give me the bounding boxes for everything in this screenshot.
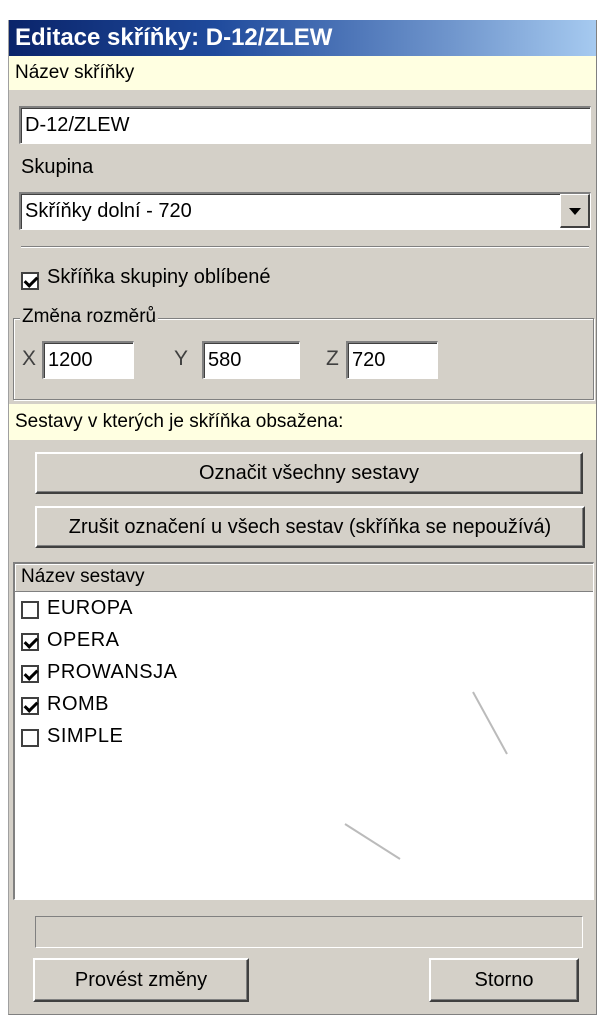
cancel-button[interactable]: Storno <box>429 958 579 1002</box>
background-decoration <box>344 691 508 860</box>
favorite-checkbox-label[interactable]: Skříňka skupiny oblíbené <box>47 266 270 289</box>
mark-all-sets-button[interactable]: Označit všechny sestavy <box>35 452 583 494</box>
group-label: Skupina <box>21 156 94 178</box>
separator <box>21 246 589 248</box>
chevron-down-icon[interactable] <box>560 194 590 228</box>
group-selected-value: Skříňky dolní - 720 <box>25 200 192 222</box>
edit-cabinet-panel: Editace skříňky: D-12/ZLEW Název skříňky… <box>8 20 597 1015</box>
sets-list[interactable]: Název sestavy EUROPA OPERA PROWANSJA ROM… <box>13 562 594 900</box>
y-dimension-input[interactable]: 580 <box>202 341 300 379</box>
group-select[interactable]: Skříňky dolní - 720 <box>19 192 591 230</box>
x-label: X <box>22 347 37 370</box>
cabinet-name-input[interactable]: D-12/ZLEW <box>19 106 591 144</box>
favorite-checkbox[interactable] <box>21 272 39 290</box>
unmark-all-sets-button[interactable]: Zrušit označení u všech sestav (skříňka … <box>35 506 585 548</box>
panel-title: Editace skříňky: D-12/ZLEW <box>9 20 596 56</box>
y-label: Y <box>174 347 189 370</box>
x-dimension-input[interactable]: 1200 <box>42 341 134 379</box>
progress-bar <box>35 916 583 948</box>
sets-section-header: Sestavy v kterých je skříňka obsažena: <box>9 404 596 440</box>
z-label: Z <box>326 347 339 370</box>
name-section-header: Název skříňky <box>9 56 596 90</box>
dimension-change-group: Změna rozměrů X 1200 Y 580 Z 720 <box>13 306 594 400</box>
dimension-change-legend: Změna rozměrů <box>20 306 159 328</box>
z-dimension-input[interactable]: 720 <box>346 341 438 379</box>
apply-changes-button[interactable]: Provést změny <box>33 958 249 1002</box>
